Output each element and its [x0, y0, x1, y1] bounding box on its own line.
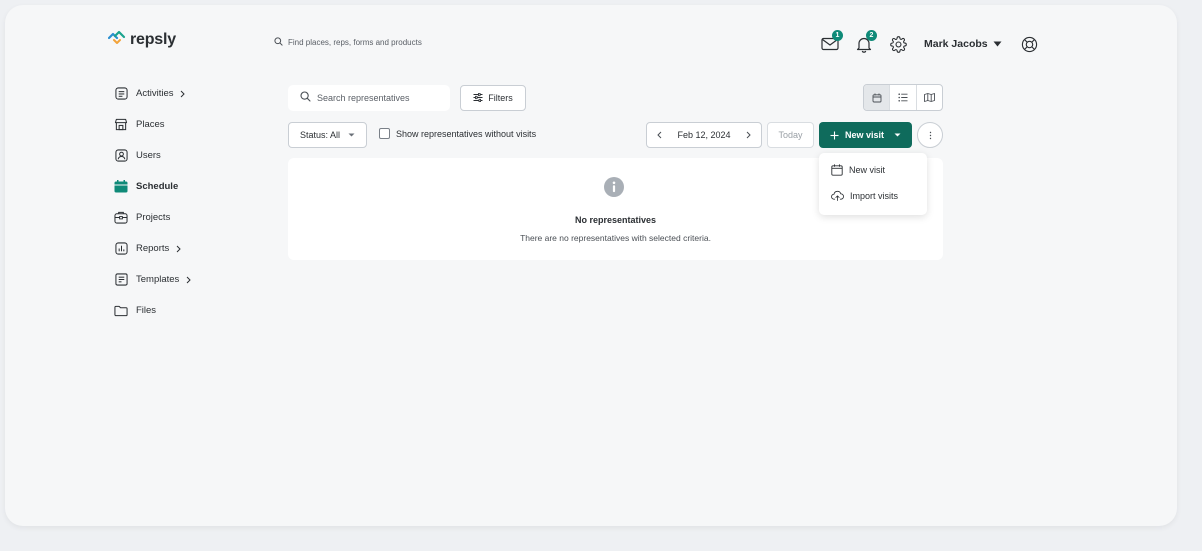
- map-icon: [923, 93, 935, 102]
- today-button[interactable]: Today: [767, 122, 814, 148]
- today-label: Today: [778, 130, 803, 140]
- sidebar-item-schedule[interactable]: Schedule: [108, 171, 258, 202]
- user-icon: [114, 149, 128, 163]
- gear-icon: [889, 35, 907, 53]
- search-icon: [274, 33, 283, 51]
- empty-state-title: No representatives: [574, 215, 657, 225]
- current-date[interactable]: Feb 12, 2024: [677, 130, 730, 140]
- sliders-icon: [473, 92, 483, 104]
- calendar-icon: [831, 164, 843, 176]
- user-menu[interactable]: Mark Jacobs: [924, 38, 1002, 50]
- activities-icon: [114, 87, 128, 101]
- empty-state-description: There are no representatives with select…: [520, 233, 711, 243]
- user-name: Mark Jacobs: [924, 38, 988, 50]
- sidebar-item-users[interactable]: Users: [108, 140, 258, 171]
- chevron-right-icon: [176, 245, 181, 253]
- show-without-visits-toggle[interactable]: Show representatives without visits: [379, 128, 536, 139]
- menu-item-import-visits[interactable]: Import visits: [831, 190, 898, 201]
- chevron-right-icon: [746, 131, 751, 139]
- map-view-button[interactable]: [917, 85, 942, 110]
- help-button[interactable]: [1020, 34, 1040, 54]
- sidebar-item-places[interactable]: Places: [108, 109, 258, 140]
- sidebar-item-label: Schedule: [136, 181, 179, 192]
- menu-item-label: New visit: [849, 165, 886, 175]
- sidebar-item-label: Projects: [136, 212, 171, 223]
- new-visit-button[interactable]: New visit: [819, 122, 912, 148]
- date-navigator: Feb 12, 2024: [646, 122, 762, 148]
- calendar-icon: [114, 180, 128, 194]
- list-view-button[interactable]: [890, 85, 917, 110]
- filters-button[interactable]: Filters: [460, 85, 526, 111]
- chevron-right-icon: [186, 276, 192, 284]
- plus-icon: [830, 131, 839, 139]
- sidebar-item-label: Users: [136, 150, 161, 161]
- list-icon: [898, 93, 908, 102]
- notifications-button[interactable]: 2: [854, 30, 877, 54]
- notifications-badge: 2: [866, 30, 877, 41]
- sidebar-item-files[interactable]: Files: [108, 295, 258, 326]
- store-icon: [114, 118, 128, 132]
- sidebar-item-label: Activities: [136, 88, 174, 99]
- search-icon: [300, 89, 311, 107]
- reports-icon: [114, 242, 128, 256]
- logo[interactable]: repsly: [107, 30, 176, 49]
- next-day-button[interactable]: [746, 131, 751, 139]
- settings-button[interactable]: [888, 34, 908, 54]
- sidebar-item-projects[interactable]: Projects: [108, 202, 258, 233]
- folder-icon: [114, 304, 128, 318]
- caret-down-icon: [348, 133, 355, 137]
- status-select[interactable]: Status: All: [288, 122, 367, 148]
- previous-day-button[interactable]: [657, 131, 662, 139]
- new-visit-dropdown: New visit Import visits: [819, 153, 927, 215]
- info-icon: [604, 177, 624, 197]
- sidebar-item-templates[interactable]: Templates: [108, 264, 258, 295]
- sidebar-item-reports[interactable]: Reports: [108, 233, 258, 264]
- checkbox-label: Show representatives without visits: [396, 128, 537, 139]
- calendar-icon: [872, 93, 882, 102]
- global-search[interactable]: [274, 33, 508, 51]
- projects-icon: [114, 211, 128, 225]
- repsly-logo-icon: [107, 30, 126, 49]
- sidebar-item-label: Files: [136, 305, 157, 316]
- search-representatives-input[interactable]: [317, 93, 437, 103]
- sidebar: Activities Places Users Schedule Project…: [108, 78, 258, 326]
- search-representatives[interactable]: [288, 85, 450, 111]
- view-switcher: [863, 84, 943, 111]
- chevron-right-icon: [180, 90, 186, 98]
- sidebar-item-label: Places: [136, 119, 165, 130]
- more-options-button[interactable]: [917, 122, 943, 148]
- header-actions: 1 2 Mark Jacobs: [820, 30, 1040, 54]
- caret-down-icon: [894, 133, 901, 137]
- logo-text: repsly: [130, 30, 176, 48]
- chevron-left-icon: [657, 131, 662, 139]
- menu-item-new-visit[interactable]: New visit: [831, 164, 885, 176]
- cloud-upload-icon: [831, 190, 844, 201]
- calendar-view-button[interactable]: [864, 85, 891, 110]
- templates-icon: [114, 273, 128, 287]
- caret-down-icon: [993, 41, 1002, 47]
- menu-item-label: Import visits: [850, 190, 899, 201]
- sidebar-item-label: Reports: [136, 243, 170, 254]
- more-vertical-icon: [929, 131, 931, 139]
- sidebar-item-label: Templates: [136, 274, 180, 285]
- messages-badge: 1: [832, 30, 843, 41]
- show-without-visits-checkbox[interactable]: [379, 128, 390, 139]
- messages-button[interactable]: 1: [820, 30, 843, 54]
- lifebuoy-icon: [1021, 36, 1038, 52]
- filters-label: Filters: [488, 93, 513, 103]
- status-label: Status: All: [299, 130, 341, 140]
- sidebar-item-activities[interactable]: Activities: [108, 78, 258, 109]
- new-visit-label: New visit: [844, 130, 884, 140]
- global-search-input[interactable]: [288, 37, 508, 47]
